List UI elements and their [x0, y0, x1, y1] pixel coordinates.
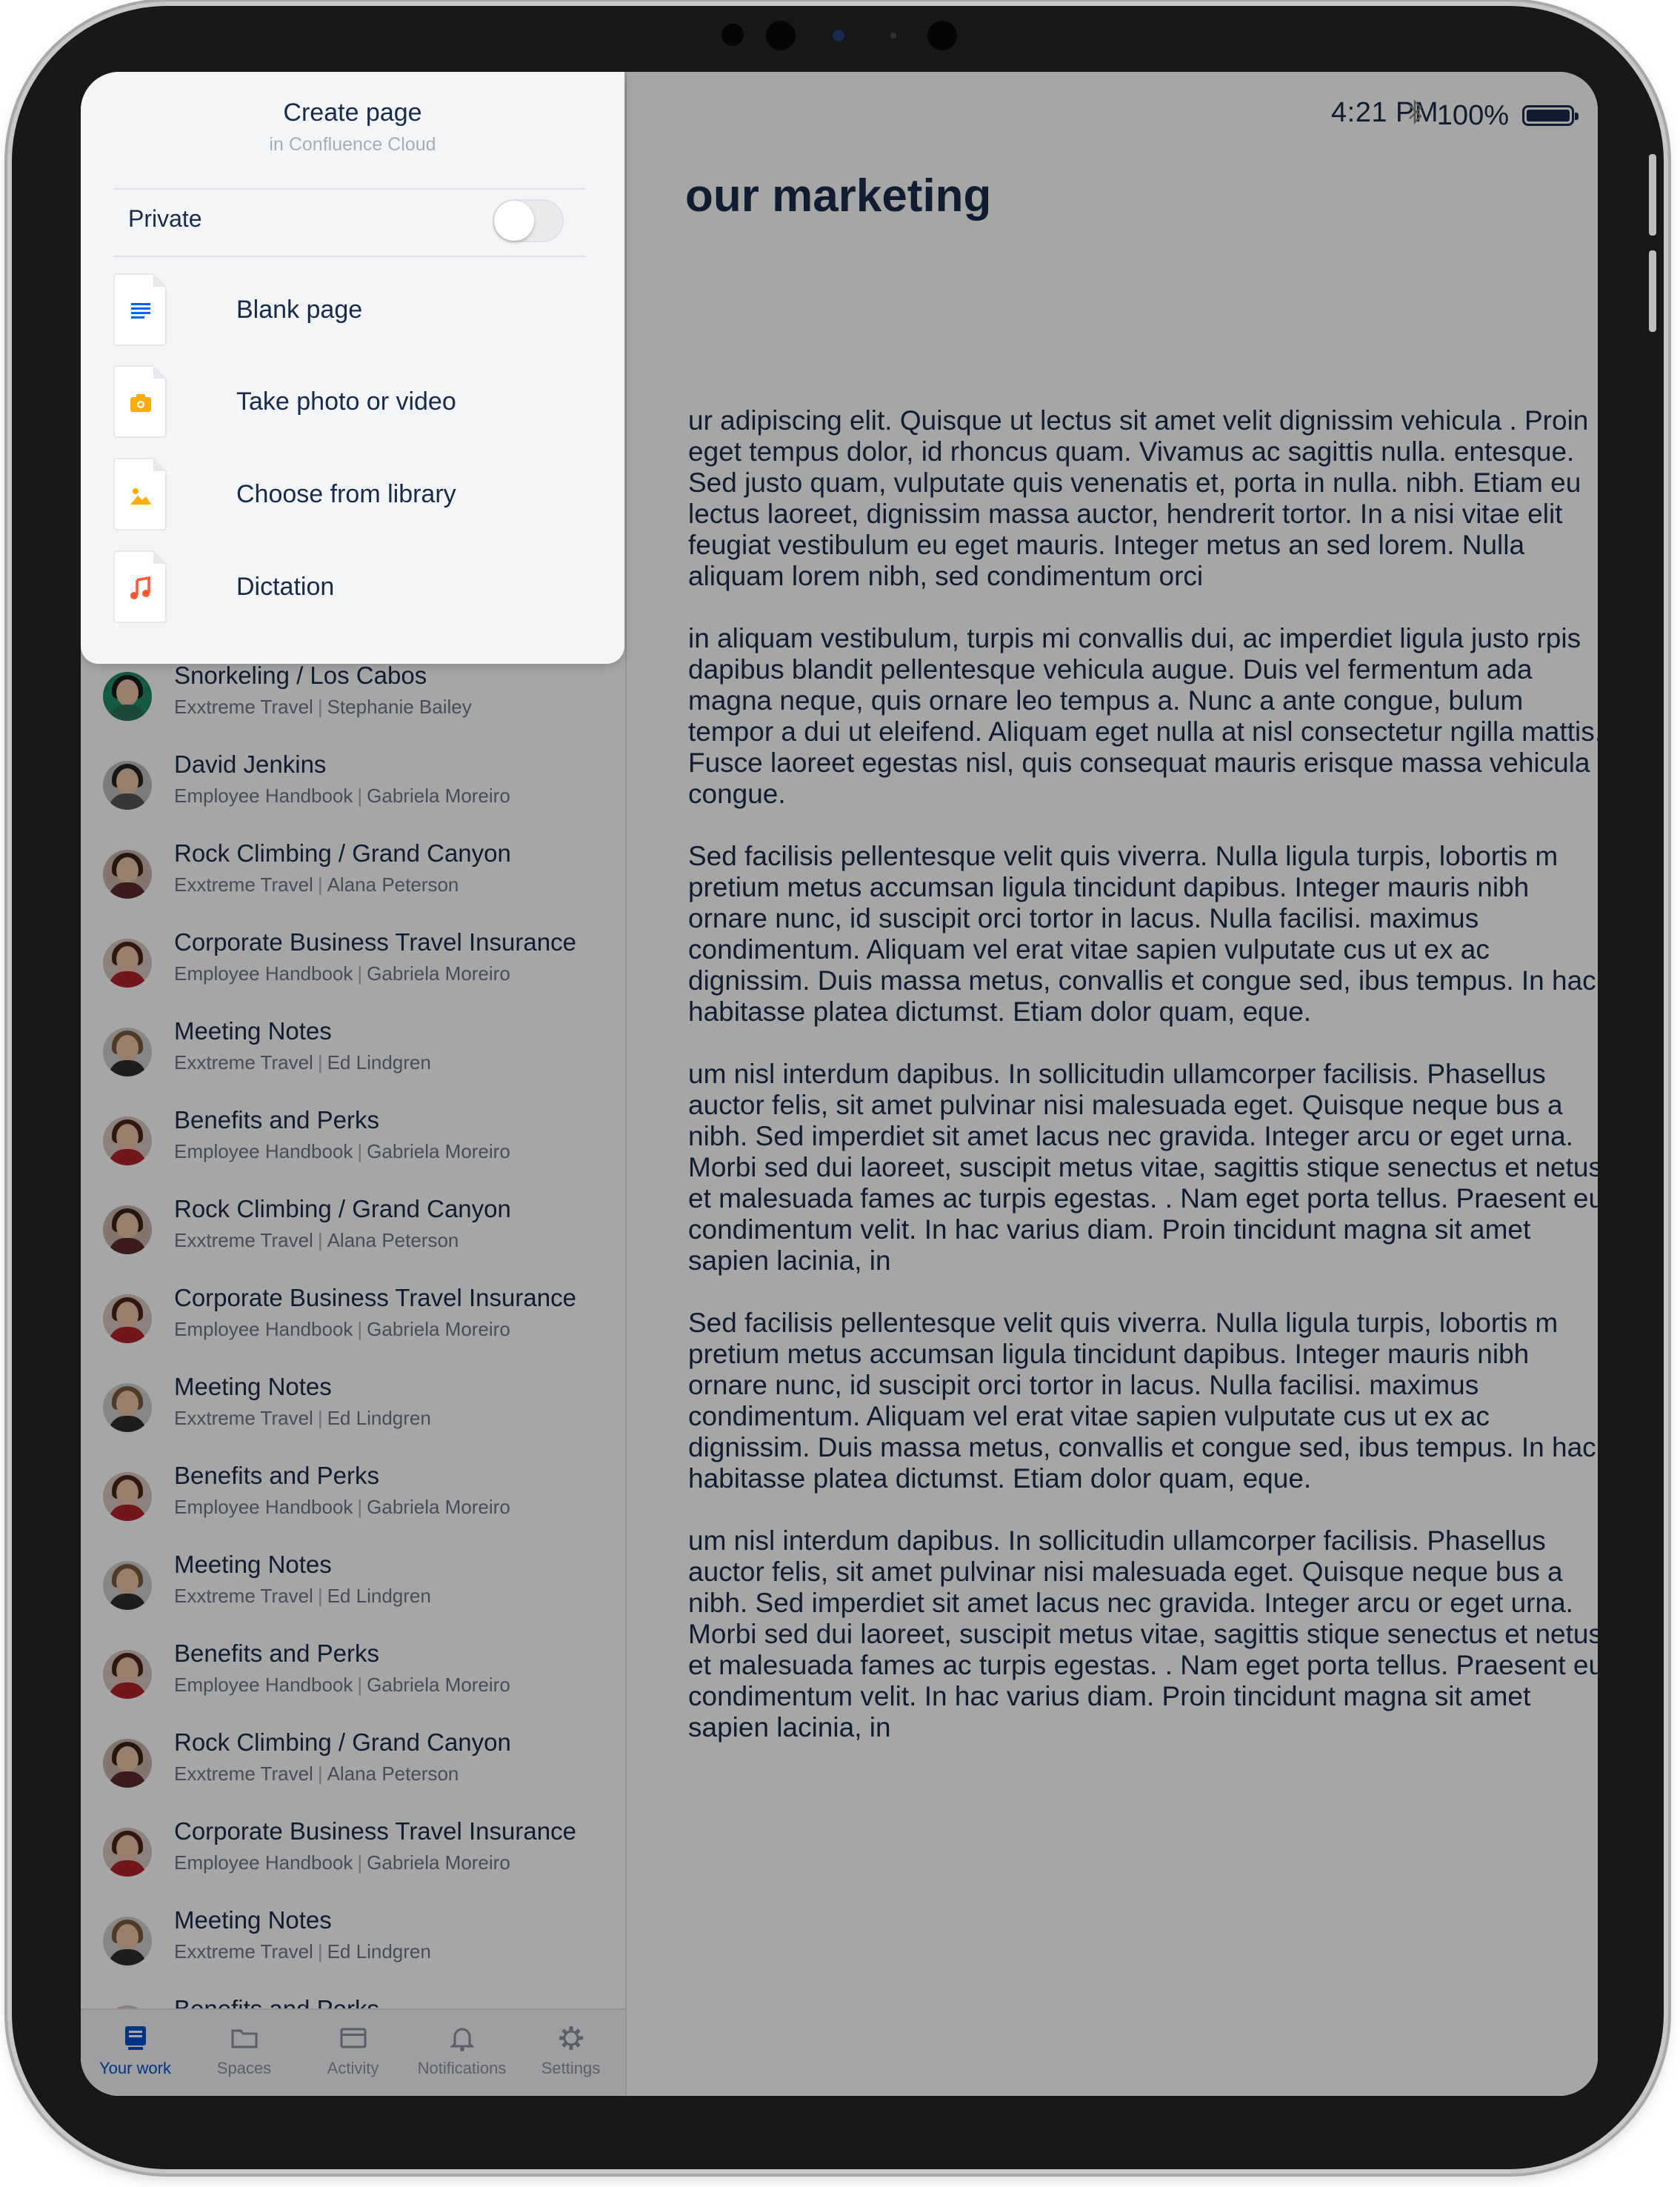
front-camera-icon — [833, 30, 844, 41]
camera-icon — [113, 365, 167, 438]
volume-down-button — [1649, 250, 1656, 332]
sensor-icon — [766, 21, 796, 50]
sensor-icon — [721, 24, 744, 46]
create-option-choose-from-library[interactable]: Choose from library — [113, 458, 586, 535]
create-page-popover: Create page in Confluence Cloud Private … — [81, 72, 624, 664]
create-option-take-photo-or-video[interactable]: Take photo or video — [113, 365, 586, 442]
toggle-knob — [494, 201, 534, 241]
popover-title: Create page — [283, 99, 422, 127]
document-lines-icon — [113, 273, 167, 346]
popover-subtitle: in Confluence Cloud — [269, 134, 436, 155]
create-option-label: Dictation — [236, 573, 335, 601]
image-icon — [113, 458, 167, 530]
sensor-icon — [927, 21, 957, 50]
divider — [113, 256, 586, 257]
sensor-icon — [890, 33, 896, 39]
create-option-label: Take photo or video — [236, 387, 456, 416]
create-option-dictation[interactable]: Dictation — [113, 550, 586, 628]
music-note-icon — [113, 550, 167, 623]
ipad-screen: 4:21 PM 100% our marketing ur adipiscing… — [81, 72, 1598, 2096]
private-label: Private — [128, 205, 202, 232]
private-toggle[interactable] — [493, 199, 564, 242]
create-option-blank-page[interactable]: Blank page — [113, 273, 586, 350]
create-option-label: Blank page — [236, 296, 363, 324]
divider — [113, 188, 586, 190]
create-option-label: Choose from library — [236, 480, 456, 508]
volume-up-button — [1649, 154, 1656, 236]
